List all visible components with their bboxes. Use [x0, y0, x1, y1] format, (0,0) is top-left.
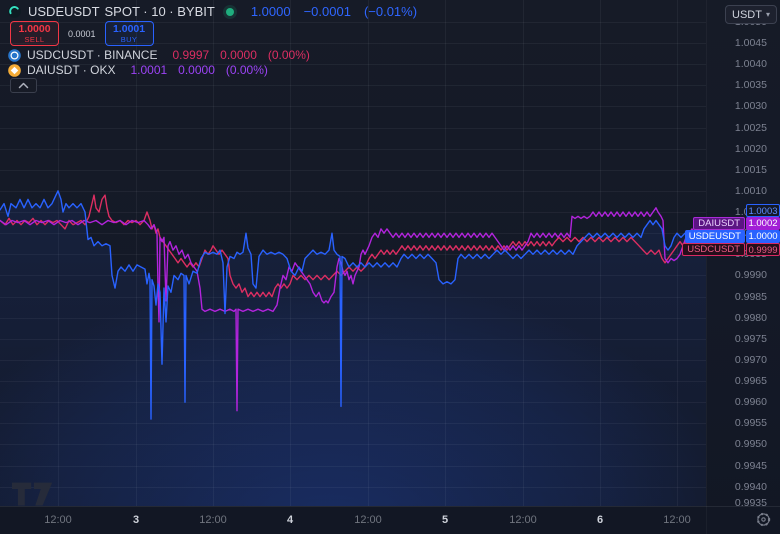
price-tick-label: 0.9985	[735, 291, 767, 303]
compare-last: 0.9997	[172, 48, 209, 62]
chevron-up-icon	[18, 82, 29, 89]
price-tick-label: 0.9970	[735, 354, 767, 366]
price-tag-label: USDEUSDT	[685, 230, 745, 243]
price-tag-daiusdt[interactable]: DAIUSDT1.0002	[693, 217, 780, 230]
price-tick-label: 1.0015	[735, 164, 767, 176]
price-tick-label: 0.9945	[735, 460, 767, 472]
usdc-coin-icon	[8, 49, 21, 62]
time-tick-label: 3	[133, 514, 139, 526]
chevron-down-icon: ▾	[766, 10, 770, 19]
price-axis[interactable]: 1.00501.00451.00401.00351.00301.00251.00…	[706, 0, 780, 534]
compare-change-percent: (0.00%)	[226, 63, 268, 77]
trade-buttons-row: 1.0000 SELL 0.0001 1.0001 BUY	[10, 21, 154, 46]
sell-button[interactable]: 1.0000 SELL	[10, 21, 59, 46]
compare-symbol-name[interactable]: DAIUSDT · OKX	[27, 63, 115, 77]
compare-last: 1.0001	[130, 63, 167, 77]
price-tick-label: 0.9965	[735, 375, 767, 387]
price-tag-value: 0.9999	[746, 243, 780, 256]
time-tick-label: 12:00	[354, 514, 382, 526]
sell-price: 1.0000	[18, 24, 50, 35]
price-tick-label: 1.0030	[735, 100, 767, 112]
compare-symbol-name[interactable]: USDCUSDT · BINANCE	[27, 48, 157, 62]
compare-change: 0.0000	[178, 63, 215, 77]
buy-label: BUY	[121, 36, 138, 44]
usde-coin-icon	[8, 5, 21, 18]
time-tick-label: 6	[597, 514, 603, 526]
price-tick-label: 0.9990	[735, 269, 767, 281]
tradingview-logo[interactable]	[12, 482, 54, 507]
compare-row-daiusdt[interactable]: DAIUSDT · OKX 1.0001 0.0000 (0.00%)	[8, 63, 268, 77]
time-tick-label: 12:00	[199, 514, 227, 526]
sell-label: SELL	[25, 36, 45, 44]
price-tick-label: 1.0025	[735, 122, 767, 134]
compare-row-usdcusdt[interactable]: USDCUSDT · BINANCE 0.9997 0.0000 (0.00%)	[8, 48, 310, 62]
time-tick-label: 12:00	[509, 514, 537, 526]
time-axis[interactable]: 12:00 3 12:00 4 12:00 5 12:00 6 12:00	[0, 506, 780, 534]
price-tag-label: DAIUSDT	[693, 217, 745, 230]
dai-coin-icon	[8, 64, 21, 77]
symbol-details: SPOT · 10 · BYBIT	[105, 4, 215, 19]
price-change-percent: (−0.01%)	[364, 4, 417, 19]
last-price: 1.0000	[251, 4, 291, 19]
symbol-name[interactable]: USDEUSDT	[28, 4, 100, 19]
currency-label: USDT	[732, 9, 762, 21]
price-tag-label: USDCUSDT	[682, 243, 745, 256]
price-tag-value: 1.0000	[746, 230, 780, 243]
price-tick-label: 0.9955	[735, 417, 767, 429]
price-tag-usdeusdt[interactable]: USDEUSDT1.0000	[685, 230, 780, 243]
spread-value: 0.0001	[68, 29, 96, 39]
compare-change-percent: (0.00%)	[268, 48, 310, 62]
price-tick-label: 0.9960	[735, 396, 767, 408]
tradingview-chart-window: USDEUSDT SPOT · 10 · BYBIT 1.0000 −0.000…	[0, 0, 780, 534]
price-tag-ask[interactable]: 1.0003	[746, 204, 780, 217]
buy-button[interactable]: 1.0001 BUY	[105, 21, 154, 46]
buy-price: 1.0001	[113, 24, 145, 35]
price-tick-label: 0.9980	[735, 312, 767, 324]
time-tick-label: 12:00	[663, 514, 691, 526]
price-tick-label: 0.9940	[735, 481, 767, 493]
currency-dropdown[interactable]: USDT ▾	[725, 5, 777, 24]
time-tick-label: 12:00	[44, 514, 72, 526]
price-change: −0.0001	[304, 4, 351, 19]
collapse-legend-button[interactable]	[10, 78, 37, 93]
price-tag-usdcusdt[interactable]: USDCUSDT0.9999	[682, 243, 780, 256]
compare-change: 0.0000	[220, 48, 257, 62]
price-tick-label: 1.0020	[735, 143, 767, 155]
price-tick-label: 1.0035	[735, 79, 767, 91]
price-tag-value: 1.0003	[746, 204, 780, 217]
market-status-icon[interactable]	[226, 8, 234, 16]
gear-icon[interactable]	[756, 512, 771, 527]
time-tick-label: 4	[287, 514, 293, 526]
price-tick-label: 1.0040	[735, 58, 767, 70]
price-tick-label: 0.9950	[735, 438, 767, 450]
time-tick-label: 5	[442, 514, 448, 526]
symbol-title[interactable]: USDEUSDT SPOT · 10 · BYBIT	[28, 4, 215, 19]
price-tick-label: 1.0010	[735, 185, 767, 197]
price-tick-label: 0.9975	[735, 333, 767, 345]
price-tag-value: 1.0002	[746, 217, 780, 230]
price-tick-label: 1.0045	[735, 37, 767, 49]
main-symbol-row[interactable]: USDEUSDT SPOT · 10 · BYBIT 1.0000 −0.000…	[8, 4, 417, 19]
